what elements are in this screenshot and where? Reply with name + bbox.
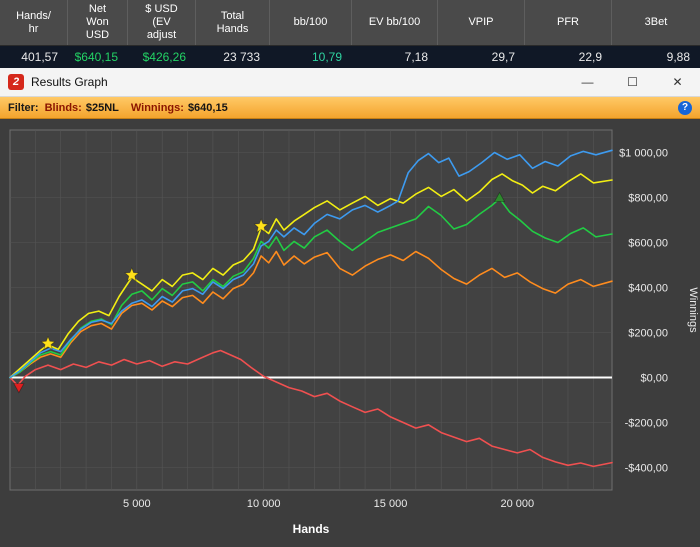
minimize-button[interactable]: — [565,68,610,97]
blinds-value: $25NL [85,101,119,114]
stat-value-3bet: 9,88 [666,50,690,64]
stat-value-total-hands: 23 733 [223,50,260,64]
y-tick-label: $0,00 [640,373,668,385]
stat-value-bb-100: 10,79 [311,50,342,64]
y-tick-label: -$400,00 [625,463,668,475]
stat-header-total-hands[interactable]: Total Hands [196,0,270,45]
y-tick-label: $800,00 [628,193,668,205]
x-tick-label: 5 000 [123,498,151,510]
y-tick-label: -$200,00 [625,418,668,430]
stat-value-net-won-usd: $640,15 [74,50,118,64]
stat-header-vpip[interactable]: VPIP [438,0,525,45]
y-tick-label: $400,00 [628,283,668,295]
stat-header-net-won-usd[interactable]: Net Won USD [68,0,128,45]
stat-header-3bet[interactable]: 3Bet [612,0,700,45]
app-icon: 2 [8,74,24,90]
chart-area: $1 000,00 $800,00 $600,00 $400,00 $200,00 $0,… [0,119,700,547]
x-tick-label: 15 000 [374,498,408,510]
stat-value-ev-bb-100: 7,18 [404,50,428,64]
close-button[interactable]: ✕ [655,68,700,97]
x-tick-label: 20 000 [500,498,534,510]
results-graph-window: 2 Results Graph — ☐ ✕ Filter: Blinds: $2… [0,68,700,547]
stat-value-vpip: 29,7 [491,50,515,64]
stats-bar: Hands/ hr Net Won USD $ USD (EV adjust T… [0,0,700,69]
y-tick-label: $600,00 [628,238,668,250]
blinds-label: Blinds: [44,101,82,114]
window-controls: — ☐ ✕ [565,68,700,97]
stats-value-row: 401,57 $640,15 $426,26 23 733 10,79 7,18… [0,45,700,69]
filter-label: Filter: [8,101,39,114]
stats-header-row: Hands/ hr Net Won USD $ USD (EV adjust T… [0,0,700,45]
help-icon[interactable]: ? [678,100,692,115]
stat-value-usd-ev-adjust: $426,26 [142,50,186,64]
maximize-button[interactable]: ☐ [610,68,655,97]
window-title: Results Graph [31,75,108,89]
stat-header-bb-100[interactable]: bb/100 [270,0,352,45]
winnings-value: $640,15 [187,101,228,114]
winnings-label: Winnings: [130,101,184,114]
x-axis-title: Hands [293,522,330,536]
stat-header-ev-bb-100[interactable]: EV bb/100 [352,0,438,45]
y-tick-label: $1 000,00 [619,148,668,160]
stat-value-pfr: 22,9 [578,50,602,64]
stat-header-hands-per-hr[interactable]: Hands/ hr [0,0,68,45]
window-title-bar[interactable]: 2 Results Graph — ☐ ✕ [0,68,700,97]
stat-value-hands-per-hr: 401,57 [21,50,58,64]
x-tick-label: 10 000 [247,498,281,510]
y-tick-label: $200,00 [628,328,668,340]
screen: Hands/ hr Net Won USD $ USD (EV adjust T… [0,0,700,547]
stat-header-usd-ev-adjust[interactable]: $ USD (EV adjust [128,0,196,45]
stat-header-pfr[interactable]: PFR [525,0,612,45]
filter-bar[interactable]: Filter: Blinds: $25NL Winnings: $640,15 … [0,97,700,119]
y-axis-title: Winnings [687,287,699,333]
results-graph-svg: $1 000,00 $800,00 $600,00 $400,00 $200,00 $0,… [9,129,699,536]
